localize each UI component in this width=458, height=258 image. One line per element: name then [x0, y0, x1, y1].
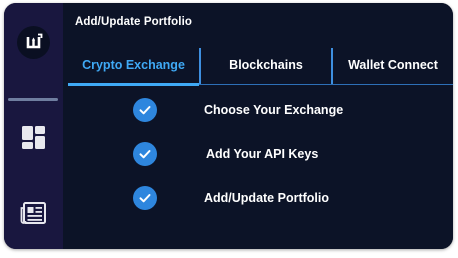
- main-content: Add/Update Portfolio Crypto Exchange Blo…: [63, 3, 453, 249]
- check-icon: [133, 142, 157, 166]
- tab-wallet-connect[interactable]: Wallet Connect: [333, 46, 453, 84]
- sidebar-divider: [8, 98, 58, 101]
- app-logo-icon[interactable]: [17, 26, 50, 59]
- step-label: Choose Your Exchange: [204, 103, 344, 117]
- check-icon: [133, 98, 157, 122]
- active-tab-indicator: [68, 83, 199, 86]
- page-title: Add/Update Portfolio: [75, 16, 192, 28]
- step-add-update-portfolio: Add/Update Portfolio: [63, 184, 453, 212]
- step-label: Add Your API Keys: [206, 147, 319, 161]
- tab-bar: Crypto Exchange Blockchains Wallet Conne…: [63, 46, 453, 86]
- step-label: Add/Update Portfolio: [204, 191, 329, 205]
- tab-blockchains[interactable]: Blockchains: [201, 46, 331, 84]
- news-icon[interactable]: [20, 200, 47, 227]
- tab-crypto-exchange[interactable]: Crypto Exchange: [68, 46, 199, 84]
- step-add-api-keys: Add Your API Keys: [63, 140, 453, 168]
- sidebar: [4, 3, 63, 249]
- step-choose-exchange: Choose Your Exchange: [63, 96, 453, 124]
- dashboard-icon[interactable]: [20, 124, 47, 151]
- portfolio-window: Add/Update Portfolio Crypto Exchange Blo…: [4, 3, 453, 249]
- check-icon: [133, 186, 157, 210]
